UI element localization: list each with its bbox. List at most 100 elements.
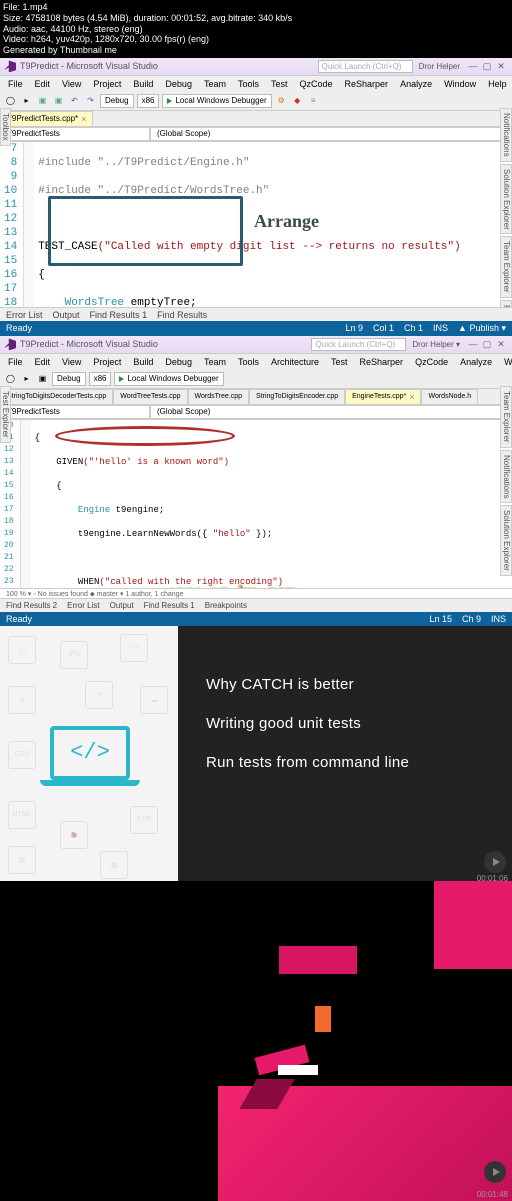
menu-file[interactable]: File xyxy=(4,78,27,90)
minimize-button[interactable]: — xyxy=(466,339,480,349)
menu-tools[interactable]: Tools xyxy=(234,78,263,90)
tab-errorlist[interactable]: Error List xyxy=(6,310,43,320)
nav-back-icon[interactable]: ◯ xyxy=(4,94,17,107)
menu-edit[interactable]: Edit xyxy=(31,356,55,368)
left-sidebar[interactable]: Test Explorer xyxy=(0,386,20,443)
play-overlay-icon[interactable] xyxy=(484,1161,506,1183)
save-icon[interactable]: ▣ xyxy=(36,94,49,107)
close-button[interactable]: ✕ xyxy=(494,61,508,72)
menu-analyze[interactable]: Analyze xyxy=(396,78,436,90)
editor-navbar[interactable]: T9PredictTests (Global Scope) xyxy=(0,405,512,420)
config-select[interactable]: Debug xyxy=(100,94,134,108)
tab-find1[interactable]: Find Results 1 xyxy=(90,310,148,320)
tab-find1[interactable]: Find Results 1 xyxy=(144,601,195,610)
main-menu[interactable]: File Edit View Project Build Debug Team … xyxy=(0,76,512,92)
status-publish[interactable]: ▲ Publish ▾ xyxy=(458,323,506,334)
menu-view[interactable]: View xyxy=(58,78,85,90)
play-overlay-icon[interactable] xyxy=(484,851,506,873)
menu-view[interactable]: View xyxy=(58,356,85,368)
side-team-explorer[interactable]: Team Explorer xyxy=(500,386,512,448)
side-test-explorer[interactable]: Test Explorer xyxy=(0,386,11,443)
redo-icon[interactable]: ↷ xyxy=(84,94,97,107)
menu-qzcode[interactable]: QzCode xyxy=(411,356,452,368)
tab-wordsnode[interactable]: WordsNode.h xyxy=(421,389,478,404)
close-button[interactable]: ✕ xyxy=(494,339,508,350)
menu-team[interactable]: Team xyxy=(200,78,230,90)
tab-output[interactable]: Output xyxy=(53,310,80,320)
close-tab-icon[interactable]: × xyxy=(81,114,86,124)
side-notifications[interactable]: Notifications xyxy=(500,450,512,504)
signin-label[interactable]: Dror Helper xyxy=(419,62,460,71)
tab-output[interactable]: Output xyxy=(110,601,134,610)
menu-tools[interactable]: Tools xyxy=(234,356,263,368)
code-editor[interactable]: 10111213141516171819202122232425262728 {… xyxy=(0,420,512,592)
tab-errorlist[interactable]: Error List xyxy=(67,601,99,610)
tab-wordstree[interactable]: WordsTree.cpp xyxy=(188,389,249,404)
quick-launch-input[interactable]: Quick Launch (Ctrl+Q) xyxy=(318,60,413,73)
menu-test[interactable]: Test xyxy=(267,78,292,90)
quick-launch-input[interactable]: Quick Launch (Ctrl+Q) xyxy=(311,338,406,351)
editor-navbar[interactable]: T9PredictTests (Global Scope) xyxy=(0,127,512,142)
menu-test[interactable]: Test xyxy=(327,356,352,368)
maximize-button[interactable]: ▢ xyxy=(480,339,494,350)
close-tab-icon[interactable]: × xyxy=(409,392,414,402)
class-dropdown[interactable]: T9PredictTests xyxy=(0,405,150,419)
menu-window[interactable]: Window xyxy=(500,356,512,368)
menu-debug[interactable]: Debug xyxy=(161,78,196,90)
right-sidebar[interactable]: Team Explorer Notifications Solution Exp… xyxy=(500,386,512,576)
output-tabs[interactable]: Find Results 2 Error List Output Find Re… xyxy=(0,598,512,612)
left-sidebar[interactable]: Toolbox xyxy=(0,108,11,146)
start-debug-button[interactable]: Local Windows Debugger xyxy=(114,372,223,386)
tab-t9predicttests-cpp[interactable]: T9PredictTests.cpp*× xyxy=(0,111,93,126)
tb-icon-1[interactable]: ⚙ xyxy=(275,94,288,107)
toolbar[interactable]: ◯ ▸ ▣ Debug x86 Local Windows Debugger xyxy=(0,370,512,389)
save-icon[interactable]: ▣ xyxy=(36,372,49,385)
breakpoint-margin[interactable] xyxy=(21,420,31,592)
menu-resharper[interactable]: ReSharper xyxy=(356,356,408,368)
tab-wordtreetests[interactable]: WordTreeTests.cpp xyxy=(113,389,187,404)
side-solution-explorer[interactable]: Solution Explorer xyxy=(500,505,512,576)
tab-find2[interactable]: Find Results 2 xyxy=(6,601,57,610)
tb-icon-2[interactable]: ◆ xyxy=(291,94,304,107)
menu-build[interactable]: Build xyxy=(129,356,157,368)
titlebar[interactable]: T9Predict - Microsoft Visual Studio Quic… xyxy=(0,336,512,354)
menu-file[interactable]: File xyxy=(4,356,27,368)
config-select[interactable]: Debug xyxy=(52,372,86,386)
document-tabs[interactable]: T9PredictTests.cpp*× xyxy=(0,111,512,127)
maximize-button[interactable]: ▢ xyxy=(480,61,494,72)
tab-enginetests[interactable]: EngineTests.cpp*× xyxy=(345,389,421,404)
document-tabs[interactable]: StringToDigitsDecoderTests.cpp WordTreeT… xyxy=(0,389,512,405)
start-debug-button[interactable]: Local Windows Debugger xyxy=(162,94,271,108)
menu-help[interactable]: Help xyxy=(484,78,511,90)
menu-debug[interactable]: Debug xyxy=(161,356,196,368)
menu-project[interactable]: Project xyxy=(89,356,125,368)
menu-project[interactable]: Project xyxy=(89,78,125,90)
menu-arch[interactable]: Architecture xyxy=(267,356,323,368)
menu-qzcode[interactable]: QzCode xyxy=(296,78,337,90)
side-solution-explorer[interactable]: Solution Explorer xyxy=(500,164,512,235)
menu-edit[interactable]: Edit xyxy=(31,78,55,90)
menu-analyze[interactable]: Analyze xyxy=(456,356,496,368)
tab-encoder[interactable]: StringToDigitsEncoder.cpp xyxy=(249,389,345,404)
side-team-explorer[interactable]: Team Explorer xyxy=(500,236,512,298)
scope-dropdown[interactable]: (Global Scope) xyxy=(150,127,512,141)
code-content[interactable]: { GIVEN("'hello' is a known word") { Eng… xyxy=(31,420,363,592)
nav-fwd-icon[interactable]: ▸ xyxy=(20,94,33,107)
menu-window[interactable]: Window xyxy=(440,78,480,90)
minimize-button[interactable]: — xyxy=(466,61,480,71)
side-notifications[interactable]: Notifications xyxy=(500,108,512,162)
output-tabs[interactable]: Error List Output Find Results 1 Find Re… xyxy=(0,307,512,322)
main-menu[interactable]: File Edit View Project Build Debug Team … xyxy=(0,354,512,370)
nav-fwd-icon[interactable]: ▸ xyxy=(20,372,33,385)
platform-select[interactable]: x86 xyxy=(89,372,112,386)
nav-back-icon[interactable]: ◯ xyxy=(4,372,17,385)
tb-icon-3[interactable]: ≡ xyxy=(307,94,320,107)
tab-find[interactable]: Find Results xyxy=(157,310,207,320)
scope-dropdown[interactable]: (Global Scope) xyxy=(150,405,512,419)
titlebar[interactable]: T9Predict - Microsoft Visual Studio Quic… xyxy=(0,58,512,76)
menu-resharper[interactable]: ReSharper xyxy=(341,78,393,90)
undo-icon[interactable]: ↶ xyxy=(68,94,81,107)
side-toolbox[interactable]: Toolbox xyxy=(0,108,11,146)
toolbar[interactable]: ◯ ▸ ▣ ▣ ↶ ↷ Debug x86 Local Windows Debu… xyxy=(0,92,512,111)
class-dropdown[interactable]: T9PredictTests xyxy=(0,127,150,141)
